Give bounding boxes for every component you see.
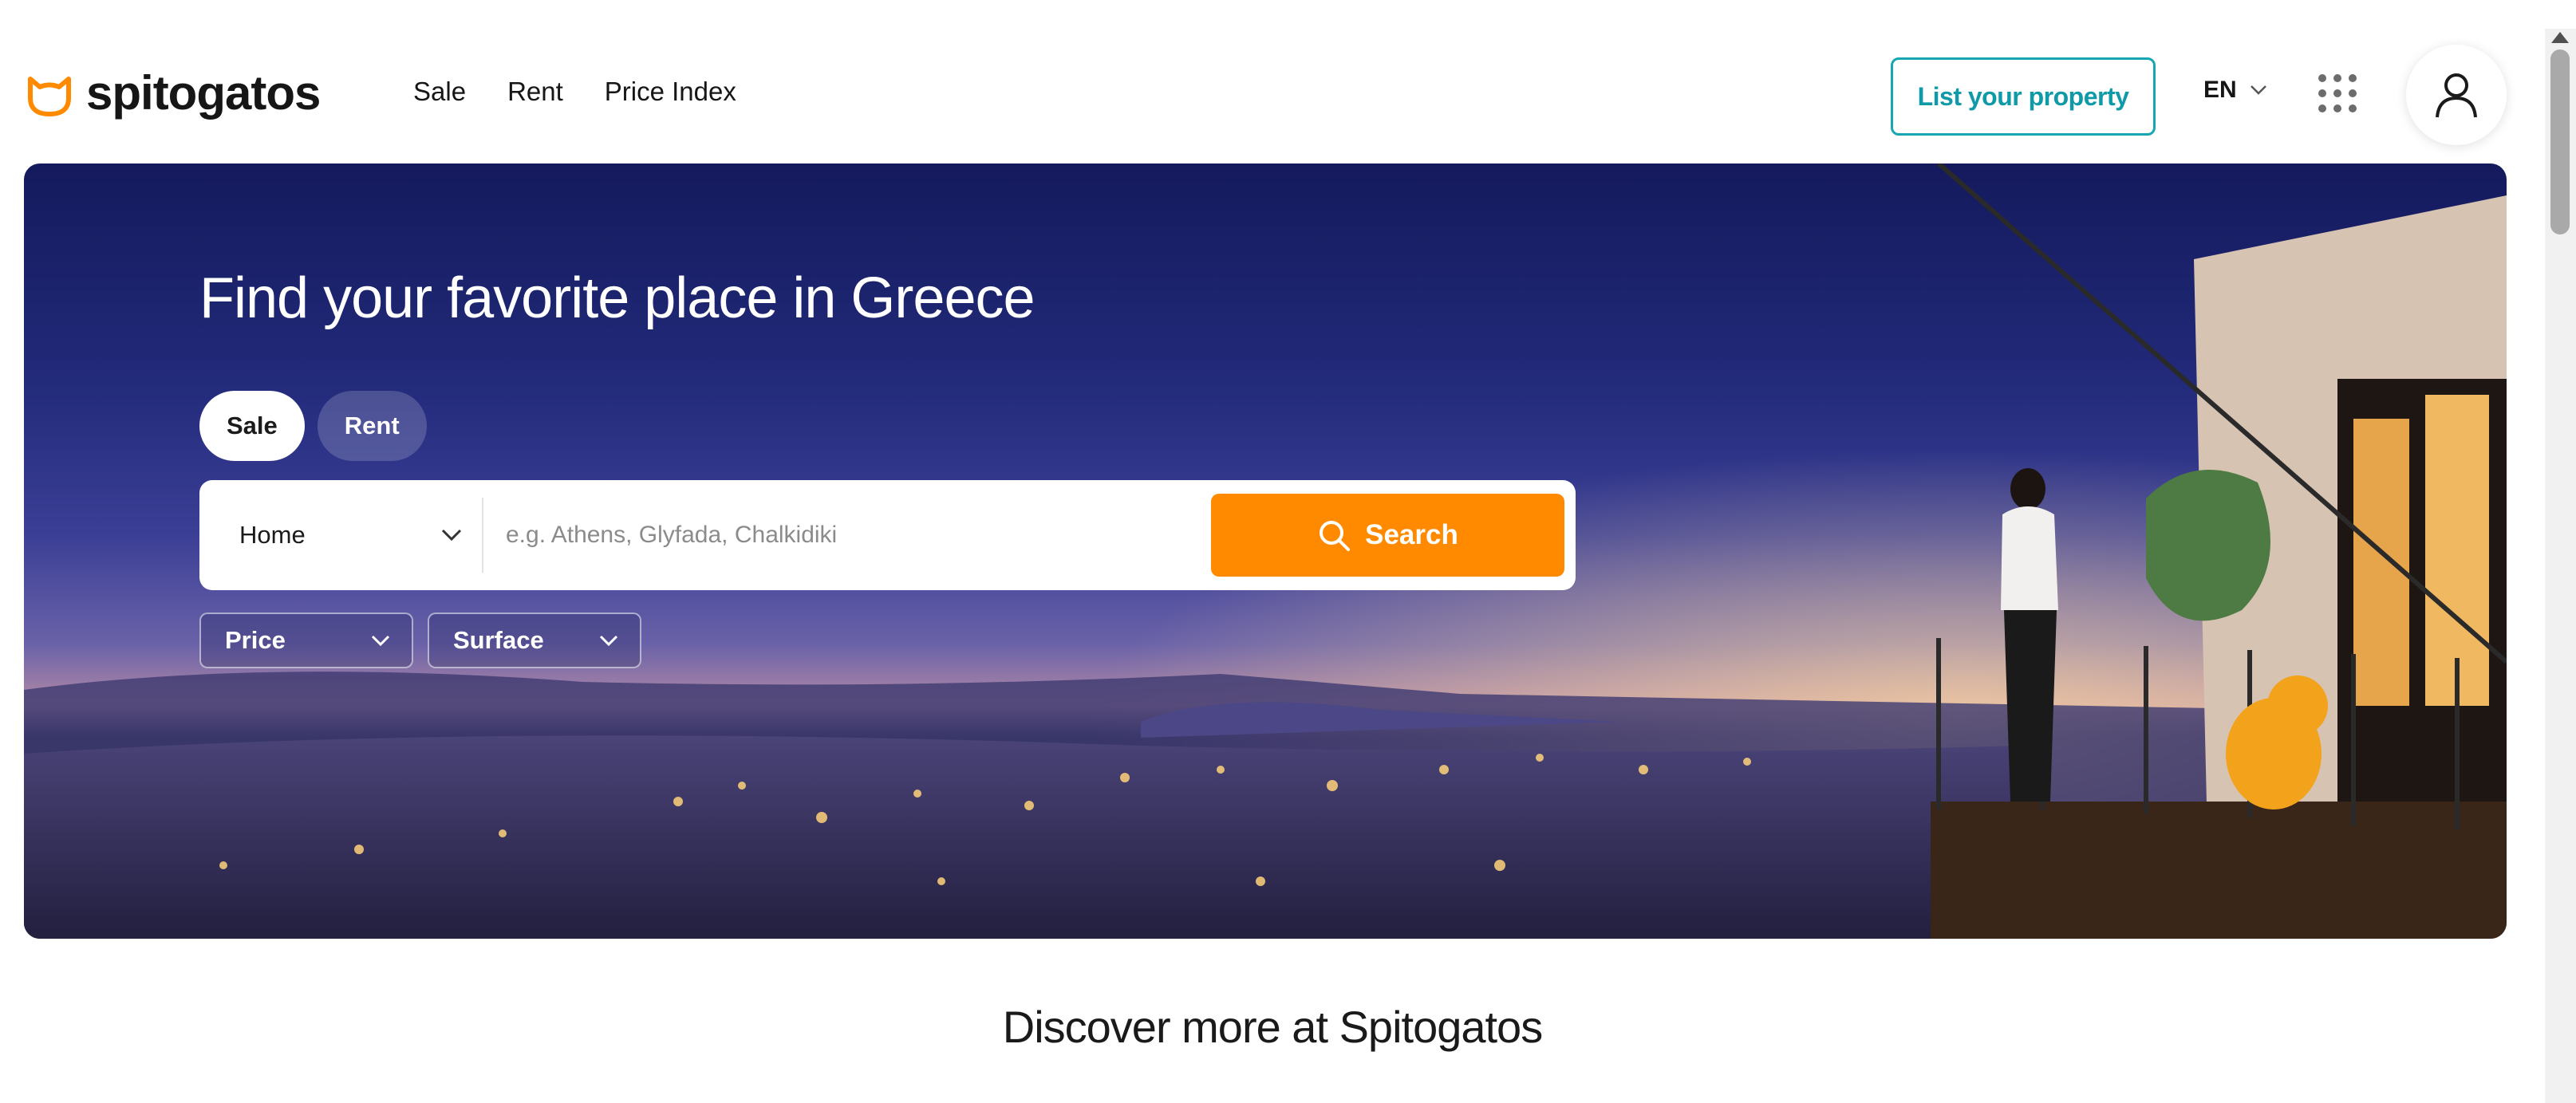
- language-selector[interactable]: EN: [2203, 77, 2267, 104]
- logo[interactable]: spitogatos: [24, 65, 321, 120]
- nav-item-price-index[interactable]: Price Index: [605, 77, 736, 107]
- price-filter[interactable]: Price: [199, 613, 413, 668]
- chevron-down-icon: [371, 635, 390, 647]
- tab-rent[interactable]: Rent: [317, 391, 427, 461]
- search-filters: Price Surface: [199, 613, 641, 668]
- user-account-button[interactable]: [2406, 45, 2507, 145]
- search-button-label: Search: [1365, 519, 1458, 550]
- scroll-up-arrow-icon[interactable]: [2551, 32, 2569, 43]
- logo-text: spitogatos: [86, 66, 321, 120]
- nav-item-sale[interactable]: Sale: [413, 77, 466, 107]
- search-button[interactable]: Search: [1211, 494, 1564, 577]
- discover-heading: Discover more at Spitogatos: [1002, 1002, 1543, 1052]
- tab-sale[interactable]: Sale: [199, 391, 305, 461]
- cat-logo-icon: [28, 76, 71, 116]
- user-icon: [2436, 73, 2477, 118]
- surface-filter[interactable]: Surface: [428, 613, 641, 668]
- listing-type-tabs: Sale Rent: [199, 391, 427, 461]
- chevron-down-icon: [441, 529, 462, 542]
- property-type-select[interactable]: Home: [239, 480, 463, 590]
- nav-item-rent[interactable]: Rent: [507, 77, 563, 107]
- property-type-value: Home: [239, 521, 306, 549]
- main-nav: Sale Rent Price Index: [413, 77, 736, 107]
- divider: [482, 498, 483, 573]
- surface-filter-label: Surface: [453, 626, 544, 654]
- list-property-button[interactable]: List your property: [1891, 57, 2156, 136]
- language-label: EN: [2203, 77, 2237, 103]
- hero-banner: Find your favorite place in Greece Sale …: [24, 163, 2507, 939]
- chevron-down-icon: [599, 635, 618, 647]
- search-icon: [1320, 521, 1351, 551]
- scrollbar-thumb[interactable]: [2550, 49, 2570, 234]
- location-search-input[interactable]: [506, 504, 1208, 566]
- chevron-down-icon: [2250, 85, 2266, 95]
- search-bar: Home Search: [199, 480, 1576, 590]
- hero-title: Find your favorite place in Greece: [199, 266, 1036, 330]
- site-header: spitogatos Sale Rent Price Index List yo…: [0, 0, 2545, 163]
- price-filter-label: Price: [225, 626, 286, 654]
- apps-grid-icon[interactable]: [2318, 74, 2357, 112]
